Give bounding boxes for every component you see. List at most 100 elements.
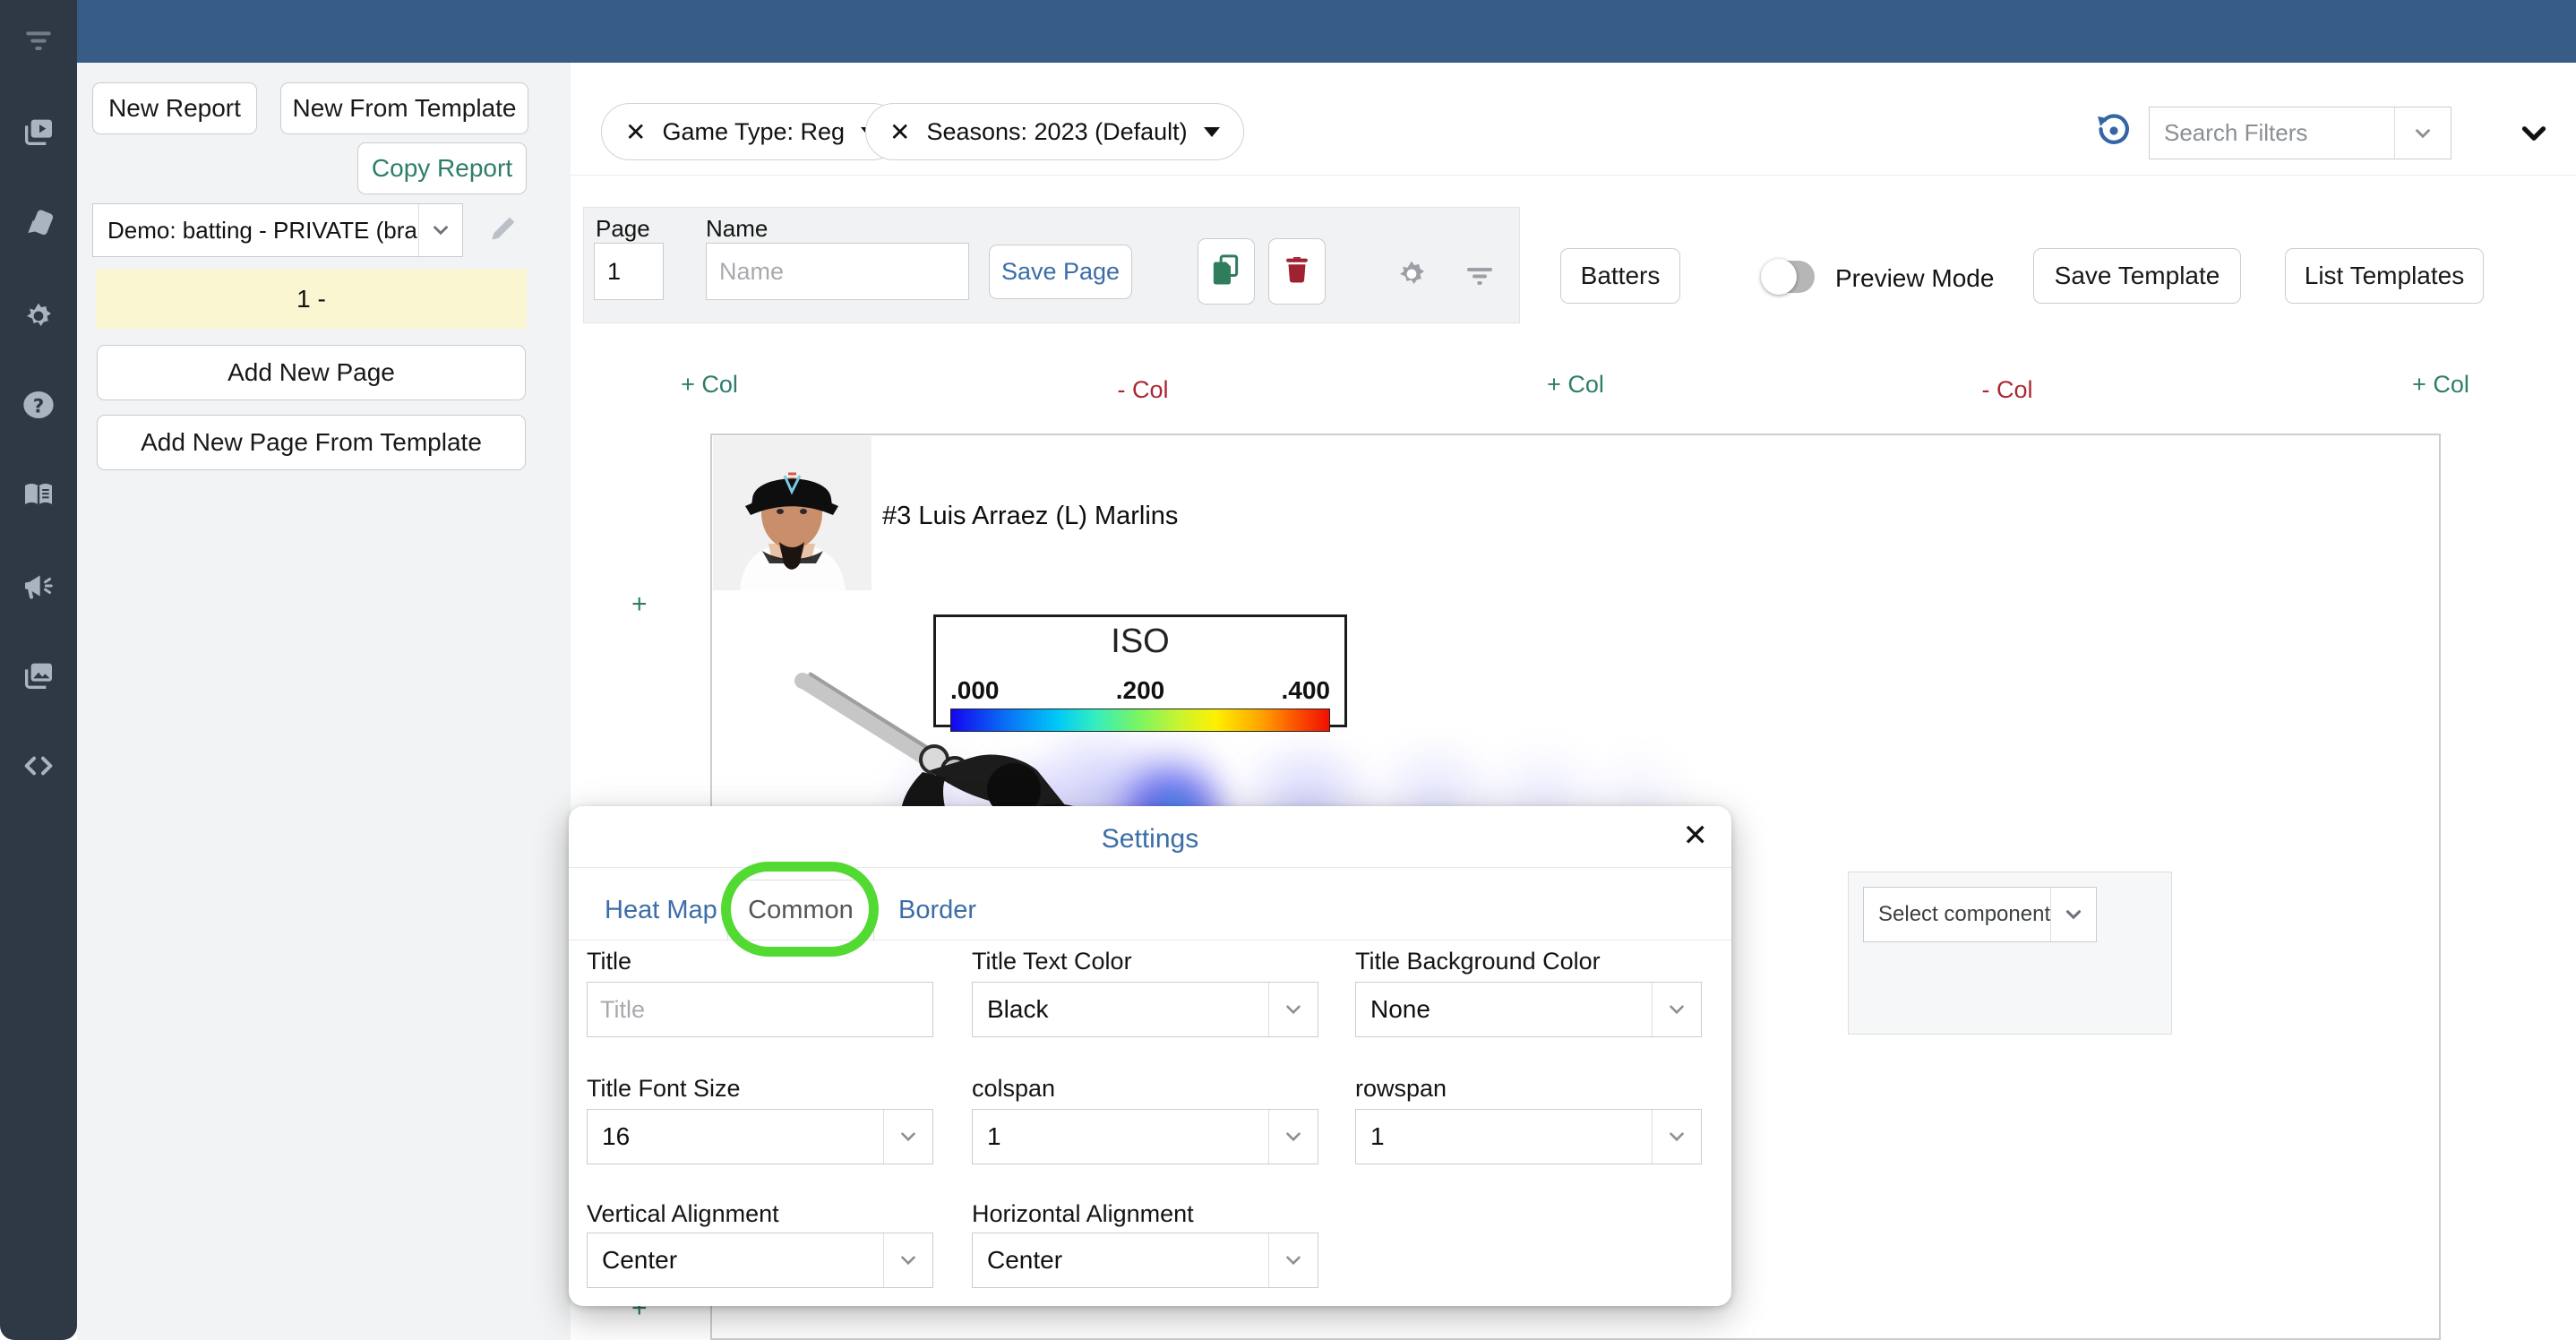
player-title: #3 Luis Arraez (L) Marlins [882,502,1178,531]
new-from-template-button[interactable]: New From Template [280,82,528,134]
colspan-label: colspan [972,1075,1055,1103]
tab-heat-map[interactable]: Heat Map [605,896,717,925]
title-background-color-label: Title Background Color [1355,948,1601,975]
remove-filter-icon[interactable]: ✕ [889,117,910,147]
chevron-down-icon[interactable] [2050,888,2096,941]
page-name-input[interactable] [706,243,969,300]
chevron-down-icon[interactable] [418,204,462,256]
page-list-item-1[interactable]: 1 - [96,269,527,329]
save-page-button[interactable]: Save Page [989,245,1132,299]
search-filters-placeholder: Search Filters [2150,107,2394,159]
horizontal-alignment-select[interactable]: Center [972,1233,1318,1288]
copy-report-button[interactable]: Copy Report [357,142,527,194]
component-select[interactable]: Select component [1863,887,2097,942]
list-templates-button[interactable]: List Templates [2285,248,2484,304]
chevron-down-icon[interactable] [1268,1233,1318,1287]
save-template-button[interactable]: Save Template [2033,248,2241,304]
title-font-size-value: 16 [588,1110,883,1164]
page-settings-gear-icon[interactable] [1394,255,1430,291]
preview-mode-toggle[interactable] [1763,261,1815,293]
edit-pencil-icon[interactable] [486,211,520,245]
player-headshot [713,436,872,590]
collapse-filters-chevron-icon[interactable] [2515,115,2553,152]
duplicate-page-button[interactable] [1198,238,1255,305]
vertical-alignment-label: Vertical Alignment [587,1200,779,1228]
rowspan-label: rowspan [1355,1075,1447,1103]
name-label: Name [706,215,768,243]
filter-history-icon[interactable] [2094,111,2134,150]
title-text-color-label: Title Text Color [972,948,1132,975]
add-new-page-button[interactable]: Add New Page [97,345,526,400]
remove-col-button[interactable]: - Col [1094,376,1192,404]
filter-chip-seasons[interactable]: ✕ Seasons: 2023 (Default) [865,103,1244,160]
chevron-down-icon[interactable] [883,1233,932,1287]
cards-icon[interactable] [19,204,58,244]
title-font-size-label: Title Font Size [587,1075,741,1103]
toggle-knob [1761,259,1797,295]
megaphone-icon[interactable] [19,566,58,606]
colspan-select[interactable]: 1 [972,1109,1318,1164]
chevron-down-icon[interactable] [1204,127,1220,137]
gear-icon[interactable] [19,296,58,335]
remove-filter-icon[interactable]: ✕ [625,117,646,147]
batters-button[interactable]: Batters [1560,248,1680,304]
help-icon[interactable]: ? [19,385,58,425]
remove-col-button[interactable]: - Col [1958,376,2057,404]
trash-icon [1280,252,1314,292]
copy-icon [1208,251,1244,293]
add-col-button[interactable]: + Col [1526,371,1625,399]
chevron-down-icon[interactable] [1268,1110,1318,1164]
preview-mode-label: Preview Mode [1835,262,1994,295]
title-font-size-select[interactable]: 16 [587,1109,933,1164]
page-indicator: 1 - [296,285,326,314]
title-input[interactable] [587,982,933,1037]
page-label: Page [596,215,650,243]
iso-legend: ISO .000 .200 .400 [933,614,1347,727]
close-icon[interactable]: ✕ [1683,820,1709,851]
rowspan-select[interactable]: 1 [1355,1109,1702,1164]
tabs-divider [569,940,1731,941]
chevron-down-icon[interactable] [1268,983,1318,1036]
search-filters-select[interactable]: Search Filters [2149,107,2451,159]
app-screen: ? New Report New From Template Copy Repo… [0,0,2576,1340]
filter-chip-game-type[interactable]: ✕ Game Type: Reg [601,103,901,160]
vertical-alignment-select[interactable]: Center [587,1233,933,1288]
title-background-color-select[interactable]: None [1355,982,1702,1037]
title-text-color-value: Black [973,983,1268,1036]
title-label: Title [587,948,631,975]
add-row-button[interactable]: + [631,589,648,620]
report-select[interactable]: Demo: batting - PRIVATE (brad... [92,203,463,257]
new-report-button[interactable]: New Report [92,82,257,134]
page-number-input[interactable] [594,243,664,300]
video-library-icon[interactable] [19,112,58,151]
delete-page-button[interactable] [1268,238,1326,305]
page-filter-icon[interactable] [1464,259,1496,291]
filter-icon[interactable] [19,20,58,59]
tab-border[interactable]: Border [898,896,976,925]
chevron-down-icon[interactable] [2394,107,2451,159]
add-new-page-from-template-button[interactable]: Add New Page From Template [97,415,526,470]
vertical-alignment-value: Center [588,1233,883,1287]
top-navbar [77,0,2576,63]
chevron-down-icon[interactable] [883,1110,932,1164]
filter-bar-divider [571,175,2576,176]
rowspan-value: 1 [1356,1110,1652,1164]
modal-divider [569,867,1731,868]
book-icon[interactable] [19,475,58,514]
add-col-button[interactable]: + Col [660,371,759,399]
images-icon[interactable] [19,656,58,695]
title-text-color-select[interactable]: Black [972,982,1318,1037]
component-select-placeholder: Select component [1864,888,2050,941]
legend-gradient-bar [950,709,1330,732]
chevron-down-icon[interactable] [1652,983,1701,1036]
code-icon[interactable] [19,746,58,786]
modal-title: Settings [569,824,1731,855]
filter-chip-label: Seasons: 2023 (Default) [926,118,1187,146]
colspan-value: 1 [973,1110,1268,1164]
chevron-down-icon[interactable] [1652,1110,1701,1164]
tab-common[interactable]: Common [727,880,874,940]
component-placeholder-cell: Select component [1848,872,2172,1035]
legend-tick-high: .400 [1282,676,1331,705]
legend-title: ISO [936,623,1344,661]
add-col-button[interactable]: + Col [2391,371,2490,399]
